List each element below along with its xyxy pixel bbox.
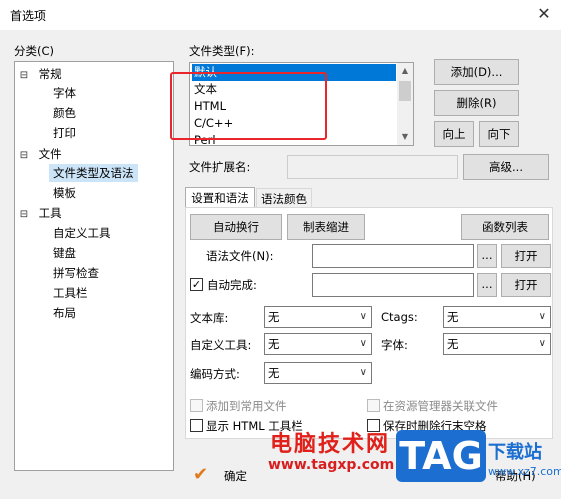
autocomplete-open-button[interactable]: 打开	[501, 273, 551, 297]
ctags-select[interactable]: 无 ∨	[443, 306, 551, 328]
delete-button[interactable]: 删除(R)	[434, 90, 519, 116]
collapse-icon[interactable]: ⊟	[19, 147, 29, 165]
html-toolbar-checkbox[interactable]	[190, 419, 203, 432]
tab-syntax-colors[interactable]: 语法颜色	[256, 188, 312, 208]
title-bar	[0, 0, 561, 30]
chevron-down-icon: ∨	[359, 338, 367, 349]
font-select[interactable]: 无 ∨	[443, 333, 551, 355]
tree-item-custom-tools[interactable]: 自定义工具	[53, 224, 111, 242]
font-label: 字体:	[381, 338, 408, 352]
download-site-url: www.xz7.com	[488, 465, 561, 478]
explorer-assoc-label: 在资源管理器关联文件	[383, 399, 498, 413]
encoding-label: 编码方式:	[190, 367, 240, 381]
autocomplete-checkbox[interactable]: ✓	[190, 278, 203, 291]
tree-item-file[interactable]: ⊟ 文件	[19, 145, 62, 163]
list-scrollbar[interactable]: ▲ ▼	[397, 63, 413, 145]
explorer-assoc-checkbox[interactable]	[367, 399, 380, 412]
autocomplete-browse-button[interactable]: ...	[477, 273, 497, 297]
autocomplete-input[interactable]	[312, 273, 474, 297]
word-wrap-button[interactable]: 自动换行	[190, 214, 282, 240]
scroll-thumb[interactable]	[399, 81, 411, 101]
watermark-url: www.tagxp.com	[268, 457, 395, 473]
category-tree[interactable]: ⊟ 常规 字体 颜色 打印 ⊟ 文件 文件类型及语法 模板 ⊟ 工具 自定义工具…	[14, 61, 174, 471]
add-common-checkbox[interactable]	[190, 399, 203, 412]
chevron-down-icon: ∨	[359, 367, 367, 378]
tree-item-font[interactable]: 字体	[53, 84, 76, 102]
tab-indent-button[interactable]: 制表缩进	[287, 214, 365, 240]
watermark-text: 电脑技术网	[270, 432, 391, 457]
syntax-file-label: 语法文件(N):	[206, 249, 274, 263]
advanced-button[interactable]: 高级...	[463, 154, 549, 180]
ctags-label: Ctags:	[381, 310, 418, 324]
tab-settings-syntax[interactable]: 设置和语法	[185, 187, 255, 208]
scroll-up-icon[interactable]: ▲	[397, 63, 413, 79]
collapse-icon[interactable]: ⊟	[19, 206, 29, 224]
move-up-button[interactable]: 向上	[434, 121, 474, 147]
syntax-file-browse-button[interactable]: ...	[477, 244, 497, 268]
ok-button[interactable]: 确定	[224, 468, 247, 484]
extension-input[interactable]	[287, 155, 458, 179]
text-library-select[interactable]: 无 ∨	[264, 306, 372, 328]
chevron-down-icon: ∨	[359, 311, 367, 322]
tree-item-color[interactable]: 颜色	[53, 104, 76, 122]
syntax-file-input[interactable]	[312, 244, 474, 268]
move-down-button[interactable]: 向下	[479, 121, 519, 147]
tree-item-spellcheck[interactable]: 拼写检查	[53, 264, 99, 282]
autocomplete-label: 自动完成:	[207, 278, 257, 292]
text-library-label: 文本库:	[190, 311, 229, 325]
chevron-down-icon: ∨	[538, 338, 546, 349]
highlight-box	[170, 72, 327, 140]
filetypes-label: 文件类型(F):	[189, 44, 255, 58]
custom-tool-label: 自定义工具:	[190, 338, 252, 352]
collapse-icon[interactable]: ⊟	[19, 67, 29, 85]
tree-item-templates[interactable]: 模板	[53, 184, 76, 202]
tree-item-filetypes[interactable]: 文件类型及语法	[49, 164, 138, 182]
tree-item-layout[interactable]: 布局	[53, 304, 76, 322]
syntax-file-open-button[interactable]: 打开	[501, 244, 551, 268]
download-site-text: 下载站	[488, 442, 542, 463]
tag-logo: TAG	[396, 430, 486, 482]
tree-item-print[interactable]: 打印	[53, 124, 76, 142]
chevron-down-icon: ∨	[538, 311, 546, 322]
ok-check-icon: ✔	[193, 464, 209, 485]
tree-item-general[interactable]: ⊟ 常规	[19, 65, 62, 83]
function-list-button[interactable]: 函数列表	[461, 214, 549, 240]
category-label: 分类(C)	[14, 44, 55, 58]
tree-item-keyboard[interactable]: 键盘	[53, 244, 76, 262]
scroll-down-icon[interactable]: ▼	[397, 129, 413, 145]
add-button[interactable]: 添加(D)...	[434, 59, 519, 85]
add-common-label: 添加到常用文件	[206, 399, 287, 413]
tree-item-tools[interactable]: ⊟ 工具	[19, 204, 62, 222]
encoding-select[interactable]: 无 ∨	[264, 362, 372, 384]
extension-label: 文件扩展名:	[189, 160, 251, 174]
tree-item-toolbar[interactable]: 工具栏	[53, 284, 88, 302]
close-icon[interactable]: ✕	[534, 4, 554, 24]
window-title: 首选项	[10, 9, 47, 23]
custom-tool-select[interactable]: 无 ∨	[264, 333, 372, 355]
